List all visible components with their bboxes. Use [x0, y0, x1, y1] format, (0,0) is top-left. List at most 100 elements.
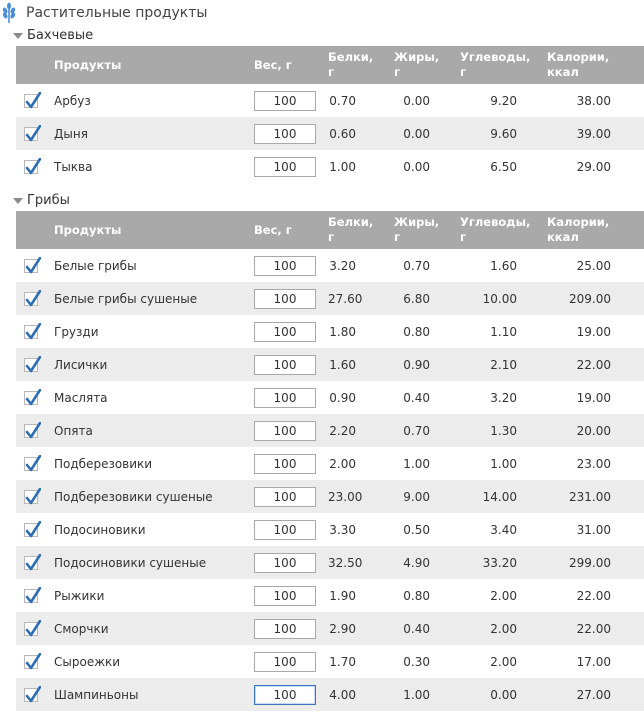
header-protein-line: г [328, 230, 335, 244]
weight-input[interactable] [254, 585, 316, 606]
fat-value: 9.00 [403, 489, 430, 504]
calories-value: 27.00 [576, 687, 611, 702]
protein-value: 0.90 [329, 390, 356, 405]
product-name: Грузди [54, 324, 99, 339]
weight-input[interactable] [254, 354, 316, 375]
table-header-row: Продукты Вес, г Белки, г Жиры, г Углеводы, г Кал… [16, 46, 644, 84]
header-calories-line: ккал [547, 65, 579, 79]
table-row: Подосиновики 3.30 0.50 3.40 31.00 [16, 513, 644, 546]
calories-value: 299.00 [569, 555, 611, 570]
header-calories-line: Калории, [547, 215, 610, 229]
header-calories: Калории, ккал [547, 211, 644, 249]
weight-input[interactable] [254, 387, 316, 408]
product-name: Подосиновики сушеные [54, 555, 207, 570]
checkmark-icon [25, 322, 41, 339]
header-protein: Белки, г [328, 46, 394, 84]
weight-input[interactable] [254, 255, 316, 276]
table-row: Опята 2.20 0.70 1.30 20.00 [16, 414, 644, 447]
checkmark-icon [25, 454, 41, 471]
section-title: Грибы [27, 192, 70, 208]
include-checkbox[interactable] [24, 421, 41, 438]
include-checkbox[interactable] [24, 124, 41, 141]
product-name: Дыня [54, 126, 88, 141]
table-row: Сыроежки 1.70 0.30 2.00 17.00 [16, 645, 644, 678]
weight-input[interactable] [254, 684, 316, 705]
table-row: Подберезовики 2.00 1.00 1.00 23.00 [16, 447, 644, 480]
weight-input[interactable] [254, 156, 316, 177]
header-carbs-line: г [460, 230, 467, 244]
protein-value: 2.20 [329, 423, 356, 438]
product-name: Арбуз [54, 93, 91, 108]
carbs-value: 3.40 [490, 522, 517, 537]
include-checkbox[interactable] [24, 586, 41, 603]
header-calories-line: ккал [547, 230, 579, 244]
include-checkbox[interactable] [24, 553, 41, 570]
fat-value: 0.70 [403, 423, 430, 438]
carbs-value: 9.60 [490, 126, 517, 141]
header-calories: Калории, ккал [547, 46, 644, 84]
weight-input[interactable] [254, 486, 316, 507]
include-checkbox[interactable] [24, 454, 41, 471]
weight-input[interactable] [254, 519, 316, 540]
header-weight: Вес, г [254, 57, 292, 72]
carbs-value: 2.00 [490, 654, 517, 669]
table-row: Маслята 0.90 0.40 3.20 19.00 [16, 381, 644, 414]
fat-value: 0.80 [403, 324, 430, 339]
header-check [16, 46, 54, 84]
include-checkbox[interactable] [24, 388, 41, 405]
fat-value: 0.40 [403, 621, 430, 636]
include-checkbox[interactable] [24, 520, 41, 537]
table-row: Тыква 1.00 0.00 6.50 29.00 [16, 150, 644, 183]
include-checkbox[interactable] [24, 256, 41, 273]
calories-value: 231.00 [569, 489, 611, 504]
table-row: Лисички 1.60 0.90 2.10 22.00 [16, 348, 644, 381]
weight-input[interactable] [254, 453, 316, 474]
include-checkbox[interactable] [24, 91, 41, 108]
protein-value: 3.30 [329, 522, 356, 537]
section-toggle[interactable]: Грибы [0, 189, 644, 211]
header-fat-line: г [394, 230, 401, 244]
include-checkbox[interactable] [24, 619, 41, 636]
weight-input[interactable] [254, 651, 316, 672]
product-name: Белые грибы сушеные [54, 291, 198, 306]
header-fat: Жиры, г [394, 211, 460, 249]
include-checkbox[interactable] [24, 322, 41, 339]
header-carbs: Углеводы, г [460, 46, 547, 84]
header-protein: Белки, г [328, 211, 394, 249]
include-checkbox[interactable] [24, 487, 41, 504]
weight-input[interactable] [254, 552, 316, 573]
fat-value: 1.00 [403, 456, 430, 471]
include-checkbox[interactable] [24, 652, 41, 669]
fat-value: 0.50 [403, 522, 430, 537]
include-checkbox[interactable] [24, 157, 41, 174]
carbs-value: 33.20 [482, 555, 517, 570]
carbs-value: 9.20 [490, 93, 517, 108]
weight-input[interactable] [254, 420, 316, 441]
protein-value: 3.20 [329, 258, 356, 273]
table-row: Шампиньоны 4.00 1.00 0.00 27.00 [16, 678, 644, 711]
protein-value: 27.60 [328, 291, 363, 306]
weight-input[interactable] [254, 321, 316, 342]
include-checkbox[interactable] [24, 355, 41, 372]
header-check [16, 211, 54, 249]
product-name: Подберезовики сушеные [54, 489, 213, 504]
checkmark-icon [25, 124, 41, 141]
product-name: Сыроежки [54, 654, 121, 669]
include-checkbox[interactable] [24, 289, 41, 306]
weight-input[interactable] [254, 288, 316, 309]
carbs-value: 14.00 [482, 489, 517, 504]
product-name: Опята [54, 423, 93, 438]
weight-input[interactable] [254, 123, 316, 144]
wheat-icon [0, 2, 18, 24]
header-weight: Вес, г [254, 222, 292, 237]
fat-value: 1.00 [403, 687, 430, 702]
section-toggle[interactable]: Бахчевые [0, 24, 644, 46]
weight-input[interactable] [254, 618, 316, 639]
header-protein-line: Белки, [328, 50, 374, 64]
product-name: Подосиновики [54, 522, 146, 537]
protein-value: 1.90 [329, 588, 356, 603]
carbs-value: 1.10 [490, 324, 517, 339]
include-checkbox[interactable] [24, 685, 41, 702]
weight-input[interactable] [254, 90, 316, 111]
protein-value: 0.70 [329, 93, 356, 108]
